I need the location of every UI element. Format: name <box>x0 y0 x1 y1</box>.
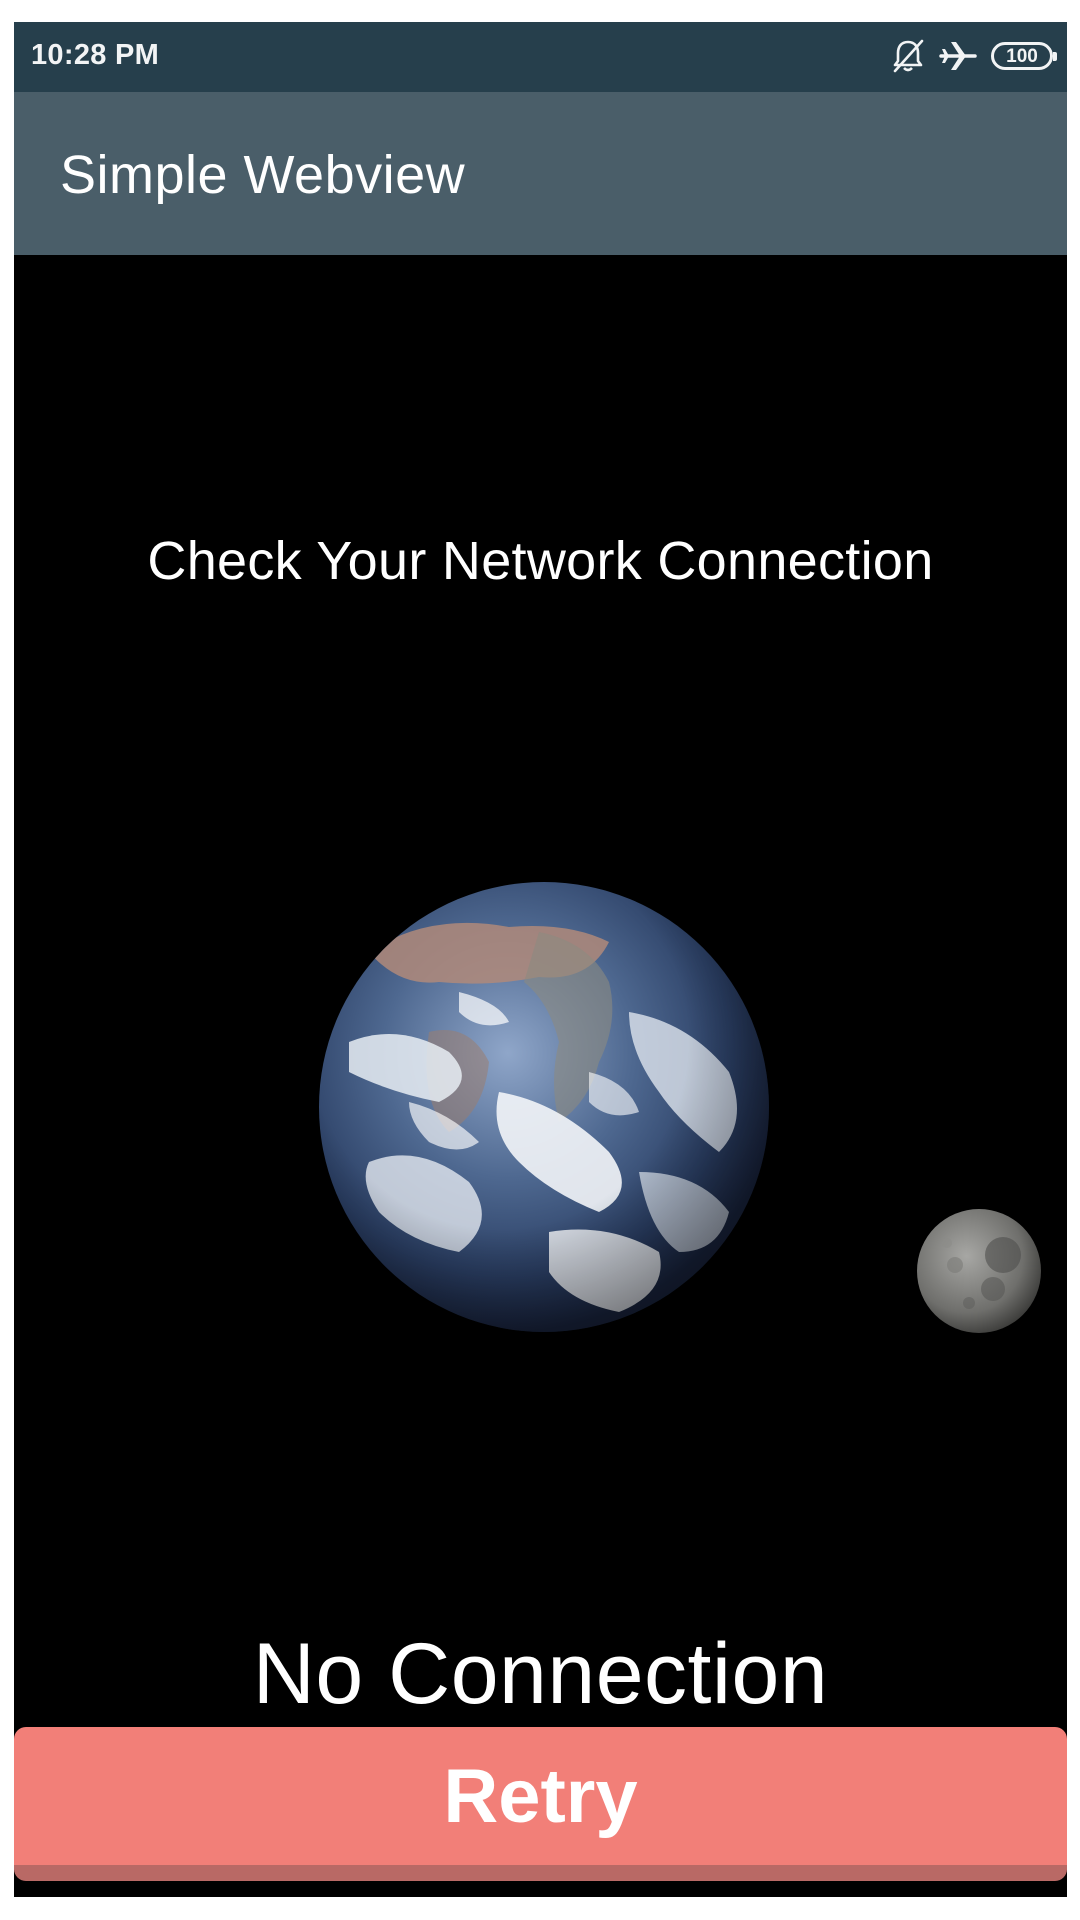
earth-icon <box>319 882 769 1332</box>
network-check-headline: Check Your Network Connection <box>147 531 934 591</box>
battery-level: 100 <box>1006 45 1038 67</box>
webview-error-content: Check Your Network Connection No Connect… <box>14 255 1067 1897</box>
notifications-off-icon <box>891 38 925 74</box>
battery-icon: 100 <box>991 42 1057 70</box>
no-connection-message: No Connection <box>252 1626 829 1722</box>
status-bar: 10:28 PM 100 <box>14 22 1067 92</box>
airplane-mode-icon <box>939 39 977 73</box>
status-time: 10:28 PM <box>31 39 160 71</box>
app-title: Simple Webview <box>60 145 466 205</box>
app-bar: Simple Webview <box>14 92 1067 255</box>
status-icons: 100 <box>891 36 1057 76</box>
moon-icon <box>917 1209 1041 1333</box>
retry-button[interactable]: Retry <box>14 1727 1067 1881</box>
phone-screen: 10:28 PM 100 Simple Webview Check Your N… <box>14 22 1067 1897</box>
